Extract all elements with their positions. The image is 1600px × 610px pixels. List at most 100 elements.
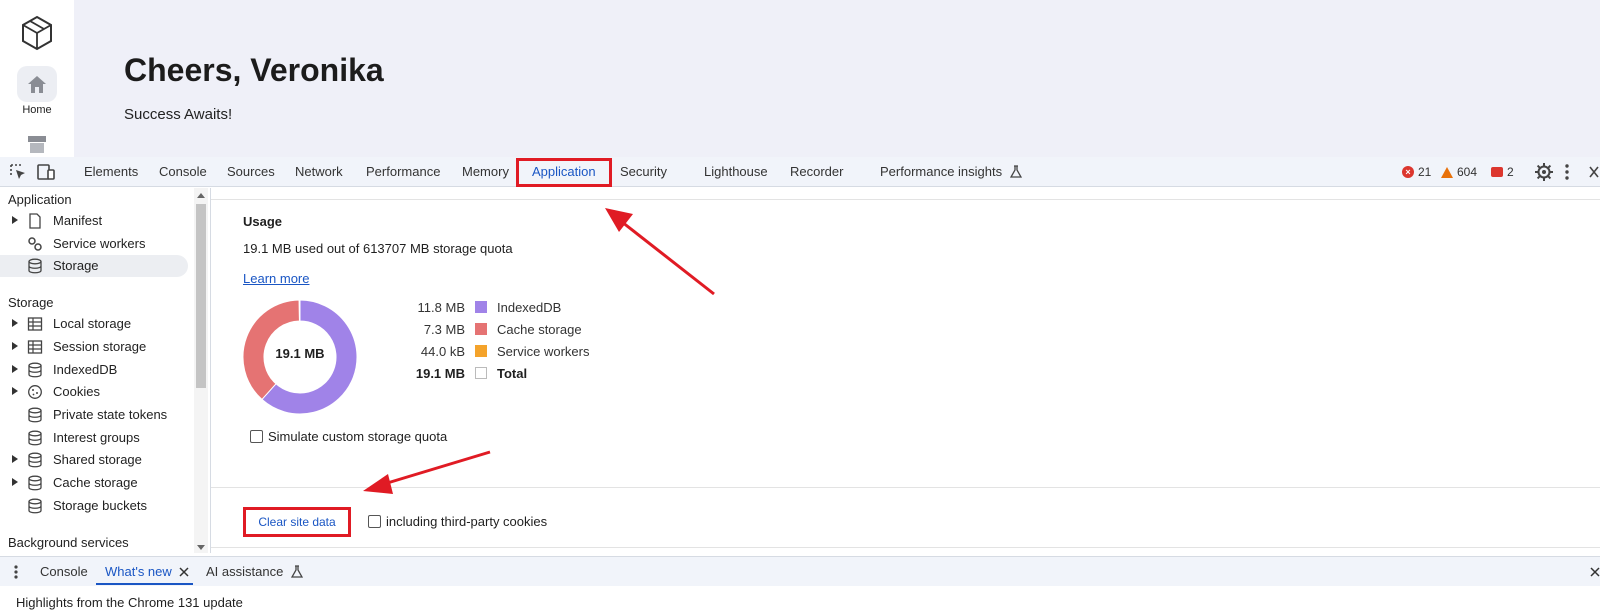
more-options-icon[interactable] [1563,162,1571,182]
legend-name-total: Total [497,366,528,381]
page-subtitle: Success Awaits! [124,106,233,123]
tab-elements[interactable]: Elements [84,157,138,187]
expand-arrow-icon[interactable] [12,365,18,373]
tab-console[interactable]: Console [159,157,207,187]
donut-slice-service-workers [298,299,301,322]
tab-recorder[interactable]: Recorder [790,157,843,187]
sidebar-item-cookies[interactable]: Cookies [0,381,188,403]
expand-arrow-icon[interactable] [12,455,18,463]
expand-arrow-icon[interactable] [12,319,18,327]
sidebar-item-label: IndexedDB [53,362,118,377]
active-tab-indicator [96,583,193,585]
expand-arrow-icon[interactable] [12,216,18,224]
sidebar-item-label: Private state tokens [53,407,168,422]
sidebar-item-storage-buckets[interactable]: Storage buckets [0,495,188,517]
sidebar-scrollbar-thumb[interactable] [196,204,206,388]
donut-center-label: 19.1 MB [275,346,325,361]
warning-count: 604 [1457,165,1478,179]
issues-counter[interactable]: 2 [1491,157,1514,187]
close-devtools-icon[interactable] [1588,162,1600,182]
drawer-tab-console[interactable]: Console [40,557,88,587]
sidebar-item-label: Local storage [53,316,132,331]
error-count: 21 [1418,165,1432,179]
section-header-storage: Storage [8,295,54,310]
clear-site-data-button[interactable]: Clear site data [243,507,351,537]
sidebar-item-label: Cache storage [53,475,138,490]
sidebar-item-cache-storage[interactable]: Cache storage [0,472,188,494]
panel-divider [211,199,1600,200]
error-counter[interactable]: × 21 [1402,157,1431,187]
legend-value-total: 19.1 MB [415,366,465,381]
flask-icon [1009,165,1022,178]
file-icon [29,213,41,229]
expand-arrow-icon[interactable] [12,478,18,486]
usage-heading: Usage [243,214,283,229]
legend-value-cache-storage: 7.3 MB [423,322,465,337]
issues-icon [1491,167,1503,177]
sidebar-item-label: Storage buckets [53,498,147,513]
drawer-tab-ai-assistance-label: AI assistance [206,564,284,579]
gear-icon[interactable] [1534,162,1554,182]
sidebar-item-local-storage[interactable]: Local storage [0,313,188,335]
sidebar-item-interest-groups[interactable]: Interest groups [0,427,188,449]
application-sidebar: Application Manifest Service workers Sto… [0,188,194,553]
application-tab-highlight [516,158,612,187]
sidebar-item-indexeddb[interactable]: IndexedDB [0,359,188,381]
sidebar-item-service-workers[interactable]: Service workers [0,233,188,255]
tab-security[interactable]: Security [620,157,667,187]
sidebar-item-private-state-tokens[interactable]: Private state tokens [0,404,188,426]
third-party-cookies-checkbox[interactable] [368,515,381,528]
usage-summary: 19.1 MB used out of 613707 MB storage qu… [243,241,513,256]
legend-swatch-cache-storage [475,323,487,335]
tab-network[interactable]: Network [295,157,343,187]
tab-performance-insights[interactable]: Performance insights [880,157,1022,187]
legend-swatch-service-workers [475,345,487,357]
legend-value-indexeddb: 11.8 MB [417,300,465,315]
database-icon [28,407,42,423]
table-icon [27,340,43,354]
sidebar-item-label: Session storage [53,339,147,354]
warning-icon [1441,166,1453,178]
tab-lighthouse[interactable]: Lighthouse [704,157,768,187]
panel-divider [211,487,1600,488]
legend-name-cache-storage: Cache storage [497,322,582,337]
tab-memory[interactable]: Memory [462,157,509,187]
section-header-application: Application [8,192,72,207]
error-icon: × [1402,166,1414,178]
sidebar-item-session-storage[interactable]: Session storage [0,336,188,358]
nav-rail: Home [0,0,74,157]
sidebar-item-label: Storage [53,258,99,273]
database-icon [28,430,42,446]
drawer-tab-ai-assistance[interactable]: AI assistance [206,557,304,587]
home-nav-button[interactable] [17,66,57,102]
device-toolbar-icon[interactable] [36,162,56,182]
expand-arrow-icon[interactable] [12,342,18,350]
section-header-background-services: Background services [8,535,129,550]
inspect-element-icon[interactable] [8,162,28,182]
legend-swatch-indexeddb [475,301,487,313]
legend-value-service-workers: 44.0 kB [420,344,465,359]
sidebar-item-label: Service workers [53,236,146,251]
store-icon[interactable] [26,134,48,154]
close-drawer-icon[interactable] [1590,566,1600,578]
sidebar-item-storage[interactable]: Storage [0,255,188,277]
close-icon[interactable] [179,567,189,577]
expand-arrow-icon[interactable] [12,387,18,395]
database-icon [28,475,42,491]
simulate-quota-checkbox[interactable] [250,430,263,443]
third-party-cookies-label: including third-party cookies [386,514,548,529]
sidebar-item-manifest[interactable]: Manifest [0,210,188,232]
tab-performance-insights-label: Performance insights [880,164,1003,179]
cube-logo-icon[interactable] [18,14,56,52]
gears-icon [28,237,42,251]
warning-counter[interactable]: 604 [1441,157,1477,187]
sidebar-item-label: Manifest [53,213,103,228]
tab-sources[interactable]: Sources [227,157,275,187]
tab-performance[interactable]: Performance [366,157,440,187]
scroll-down-icon[interactable] [197,545,205,550]
drawer-menu-icon[interactable] [13,565,19,579]
simulate-quota-label: Simulate custom storage quota [268,429,448,444]
scroll-up-icon[interactable] [197,193,205,198]
learn-more-link[interactable]: Learn more [243,271,309,286]
sidebar-item-shared-storage[interactable]: Shared storage [0,449,188,471]
